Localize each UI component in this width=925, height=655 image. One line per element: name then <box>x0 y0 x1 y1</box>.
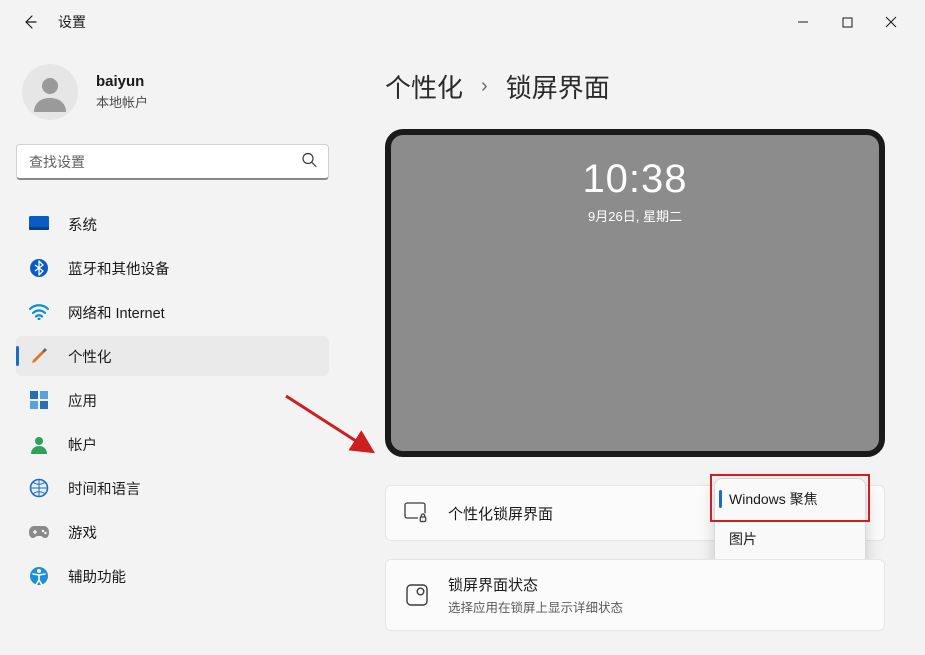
sidebar-item-label: 帐户 <box>68 434 97 455</box>
avatar <box>22 64 78 120</box>
sidebar-item-label: 系统 <box>68 214 97 235</box>
dropdown-item-label: 图片 <box>729 529 757 549</box>
window-title: 设置 <box>58 12 86 32</box>
close-button[interactable] <box>869 6 913 38</box>
sidebar-item-label: 个性化 <box>68 346 112 367</box>
card-title: 个性化锁屏界面 <box>448 503 553 524</box>
sidebar-item-label: 辅助功能 <box>68 566 126 587</box>
maximize-icon <box>842 17 853 28</box>
sidebar: baiyun 本地帐户 系统 蓝牙和其他设备 网络和 Internet <box>0 44 345 655</box>
titlebar: 设置 <box>0 0 925 44</box>
nav-list: 系统 蓝牙和其他设备 网络和 Internet 个性化 应用 帐户 <box>16 204 329 596</box>
preview-time: 10:38 <box>582 157 687 202</box>
annotation-arrow <box>345 392 382 462</box>
breadcrumb-current: 锁屏界面 <box>506 68 610 105</box>
paintbrush-icon <box>28 345 50 367</box>
status-app-icon <box>404 582 430 608</box>
search-icon <box>301 152 317 173</box>
breadcrumb-parent[interactable]: 个性化 <box>385 68 463 105</box>
sidebar-item-label: 蓝牙和其他设备 <box>68 258 170 279</box>
apps-icon <box>28 389 50 411</box>
close-icon <box>885 16 897 28</box>
main-content: 个性化 › 锁屏界面 10:38 9月26日, 星期二 个性化锁屏界面 Wind… <box>345 44 925 655</box>
sidebar-item-apps[interactable]: 应用 <box>16 380 329 420</box>
lock-screen-preview: 10:38 9月26日, 星期二 <box>385 129 885 457</box>
breadcrumb: 个性化 › 锁屏界面 <box>385 68 901 105</box>
chevron-right-icon: › <box>481 75 488 98</box>
personalize-lock-screen-card[interactable]: 个性化锁屏界面 Windows 聚焦 图片 幻灯片放映 <box>385 485 885 541</box>
sidebar-item-bluetooth[interactable]: 蓝牙和其他设备 <box>16 248 329 288</box>
sidebar-item-time-language[interactable]: 时间和语言 <box>16 468 329 508</box>
sidebar-item-label: 应用 <box>68 390 97 411</box>
card-title: 锁屏界面状态 <box>448 574 623 595</box>
card-subtitle: 选择应用在锁屏上显示详细状态 <box>448 597 623 616</box>
profile-subtitle: 本地帐户 <box>96 92 148 111</box>
sidebar-item-accessibility[interactable]: 辅助功能 <box>16 556 329 596</box>
sidebar-item-accounts[interactable]: 帐户 <box>16 424 329 464</box>
accessibility-icon <box>28 565 50 587</box>
sidebar-item-system[interactable]: 系统 <box>16 204 329 244</box>
sidebar-item-gaming[interactable]: 游戏 <box>16 512 329 552</box>
globe-clock-icon <box>28 477 50 499</box>
back-button[interactable] <box>20 12 40 32</box>
profile-block[interactable]: baiyun 本地帐户 <box>16 56 329 144</box>
sidebar-item-label: 游戏 <box>68 522 97 543</box>
preview-date: 9月26日, 星期二 <box>588 206 682 225</box>
gamepad-icon <box>28 521 50 543</box>
sidebar-item-label: 网络和 Internet <box>68 302 165 323</box>
arrow-left-icon <box>22 14 38 30</box>
sidebar-item-label: 时间和语言 <box>68 478 141 499</box>
sidebar-item-network[interactable]: 网络和 Internet <box>16 292 329 332</box>
sidebar-item-personalization[interactable]: 个性化 <box>16 336 329 376</box>
account-icon <box>28 433 50 455</box>
minimize-icon <box>797 16 809 28</box>
search-container <box>16 144 329 180</box>
display-icon <box>28 213 50 235</box>
window-controls <box>781 6 913 38</box>
minimize-button[interactable] <box>781 6 825 38</box>
maximize-button[interactable] <box>825 6 869 38</box>
dropdown-item-picture[interactable]: 图片 <box>715 519 865 559</box>
profile-name: baiyun <box>96 73 148 90</box>
picture-lock-icon <box>404 500 430 526</box>
search-input[interactable] <box>16 144 329 180</box>
dropdown-item-label: Windows 聚焦 <box>729 489 818 509</box>
wifi-icon <box>28 301 50 323</box>
lock-screen-status-card[interactable]: 锁屏界面状态 选择应用在锁屏上显示详细状态 <box>385 559 885 631</box>
person-icon <box>30 72 70 112</box>
dropdown-item-spotlight[interactable]: Windows 聚焦 <box>715 479 865 519</box>
bluetooth-icon <box>28 257 50 279</box>
